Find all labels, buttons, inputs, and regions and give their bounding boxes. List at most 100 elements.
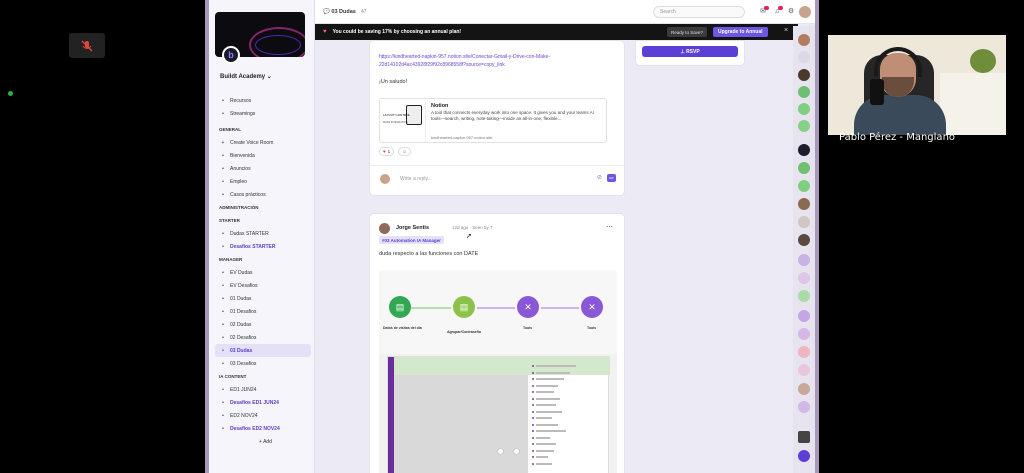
chat-icon: •	[222, 295, 224, 302]
community-name[interactable]: Buildt Academy ⌄	[220, 73, 272, 80]
preview-url: kindhearted-napkin-957.notion.site	[431, 135, 493, 140]
member-avatar[interactable]	[798, 364, 810, 376]
member-avatar[interactable]	[798, 346, 810, 358]
sidebar-item-ev-dudas[interactable]: • EV Dudas	[215, 266, 311, 279]
bot-icon[interactable]	[798, 431, 810, 443]
sidebar-item-ed2-nov24[interactable]: • ED2 NOV24	[215, 409, 311, 422]
carousel-dot[interactable]	[497, 448, 504, 455]
community-logo[interactable]: b	[222, 46, 240, 64]
sidebar-item-01-desafios[interactable]: • 01 Desafios	[215, 305, 311, 318]
chat-icon: •	[222, 269, 224, 276]
members-strip	[793, 26, 815, 473]
variable-list	[532, 363, 608, 467]
attach-icon[interactable]: ⊘	[597, 174, 602, 181]
member-avatar[interactable]	[798, 162, 810, 174]
member-avatar[interactable]	[798, 383, 810, 395]
member-avatar[interactable]	[798, 310, 810, 322]
case-icon: •	[222, 191, 224, 198]
sidebar-item-desafios-ed1-jun24[interactable]: • Desafios ED1 JUN24	[215, 396, 311, 409]
sidebar-item-ed1-jun24[interactable]: • ED1 JUN24	[215, 383, 311, 396]
fire-icon: •	[222, 308, 224, 315]
fire-icon: •	[222, 243, 224, 250]
member-avatar[interactable]	[798, 144, 810, 156]
shared-screen: b Buildt Academy ⌄ • Recursos • Streamings…	[205, 0, 819, 473]
sidebar-item-empleo[interactable]: • Empleo	[215, 175, 311, 188]
mic-off-icon	[81, 40, 93, 51]
sidebar-item-desafios-ed2-nov24[interactable]: • Desafios ED2 NOV24	[215, 422, 311, 435]
section-administracion: ADMINISTRACIÓN	[219, 205, 259, 210]
book-icon: •	[222, 97, 224, 104]
member-avatar[interactable]	[798, 234, 810, 246]
rsvp-button[interactable]: ⊥ RSVP	[642, 46, 738, 57]
add-reaction-button[interactable]: ☺	[398, 147, 411, 156]
sidebar-item-desafios-starter[interactable]: • Desafios STARTER	[215, 240, 311, 253]
fire-icon: •	[222, 282, 224, 289]
user-avatar[interactable]	[799, 6, 811, 18]
sidebar-item-03-dudas[interactable]: • 03 Dudas	[215, 344, 311, 357]
post-tag[interactable]: #03 Automation IA Manager	[379, 236, 444, 244]
sidebar-item-03-desafios[interactable]: • 03 Desafios	[215, 357, 311, 370]
emoji-add-icon: ☺	[402, 149, 407, 154]
sidebar-item-create-voice-room[interactable]: + Create Voice Room	[215, 136, 311, 149]
gif-button[interactable]: GIF	[607, 174, 616, 182]
sidebar-item-02-dudas[interactable]: • 02 Dudas	[215, 318, 311, 331]
preview-title: Notion	[431, 103, 449, 109]
sidebar-item-ev-desafios[interactable]: • EV Desafios	[215, 279, 311, 292]
member-avatar[interactable]	[798, 290, 810, 302]
member-avatar[interactable]	[798, 69, 810, 81]
link-preview[interactable]: LAYOUT CONTROL MAKE INTEGRATION Notion A…	[379, 98, 607, 143]
search-input[interactable]: Search	[653, 6, 745, 18]
heart-icon: ♥	[323, 29, 327, 35]
post-card: Jorge Sentis 12d ago · Seen by 7 ⋯ #03 A…	[369, 213, 625, 473]
member-avatar[interactable]	[798, 216, 810, 228]
member-avatar[interactable]	[798, 180, 810, 192]
sidebar-item-01-dudas[interactable]: • 01 Dudas	[215, 292, 311, 305]
sidebar-item-dudas-starter[interactable]: • Dudas STARTER	[215, 227, 311, 240]
member-avatar[interactable]	[798, 198, 810, 210]
member-avatar[interactable]	[798, 254, 810, 266]
number-1-icon: •	[222, 386, 224, 393]
avatar	[380, 174, 390, 184]
member-avatar[interactable]	[798, 103, 810, 115]
member-avatar[interactable]	[798, 34, 810, 46]
help-icon[interactable]	[798, 450, 810, 462]
section-ia-content: IA CONTENT	[219, 374, 247, 379]
sidebar-item-recursos[interactable]: • Recursos	[215, 94, 311, 107]
fire-icon: •	[222, 165, 224, 172]
reply-input[interactable]: Write a reply...	[400, 176, 432, 182]
preview-thumbnail: LAYOUT CONTROL MAKE INTEGRATION	[380, 99, 426, 142]
post-image[interactable]: ▤ ▤ ✕ ✕ Datos de visitas del día Agrupar…	[379, 270, 617, 473]
member-avatar[interactable]	[798, 272, 810, 284]
sidebar-item-anuncios[interactable]: • Anuncios	[215, 162, 311, 175]
plus-icon: +	[221, 139, 225, 146]
settings-icon[interactable]: ⚙	[787, 8, 795, 16]
muted-mic-indicator	[69, 33, 105, 58]
post-text: duda respecto a las funciones con DATE	[379, 251, 479, 257]
member-avatar[interactable]	[798, 120, 810, 132]
more-options-icon[interactable]: ⋯	[606, 223, 613, 231]
upgrade-button[interactable]: Upgrade to Annual	[713, 27, 768, 37]
post-author[interactable]: Jorge Sentis	[396, 225, 429, 231]
member-avatar[interactable]	[798, 401, 810, 413]
sidebar-item-02-desafios[interactable]: • 02 Desafios	[215, 331, 311, 344]
member-avatar[interactable]	[798, 86, 810, 98]
annual-plan-banner: ♥ You could be saving 17% by choosing an…	[315, 24, 798, 40]
sidebar-item-bienvenida[interactable]: • Bienvenida	[215, 149, 311, 162]
carousel-dot[interactable]	[513, 448, 520, 455]
member-avatar[interactable]	[798, 328, 810, 340]
aggregator-icon: ▤	[453, 296, 475, 318]
post-link[interactable]: https://kindhearted-napkin-957.notion.si…	[379, 53, 599, 69]
wave-icon: •	[222, 152, 224, 159]
sidebar-item-casos-practicos[interactable]: • Casos prácticos	[215, 188, 311, 201]
sidebar-add-button[interactable]: + Add	[215, 435, 311, 448]
member-avatar[interactable]	[798, 51, 810, 63]
post-meta: 12d ago · Seen by 7	[452, 225, 493, 230]
avatar[interactable]	[379, 223, 390, 234]
participant-video	[828, 35, 1006, 135]
heart-reaction[interactable]: ♥ 1	[379, 147, 395, 156]
ready-to-save-button[interactable]: Ready to Save?	[667, 27, 708, 37]
sidebar-item-streamings[interactable]: • Streamings	[215, 107, 311, 120]
member-count[interactable]: 47	[361, 9, 367, 15]
inbox-badge	[764, 6, 769, 10]
close-icon[interactable]: ×	[784, 27, 788, 34]
